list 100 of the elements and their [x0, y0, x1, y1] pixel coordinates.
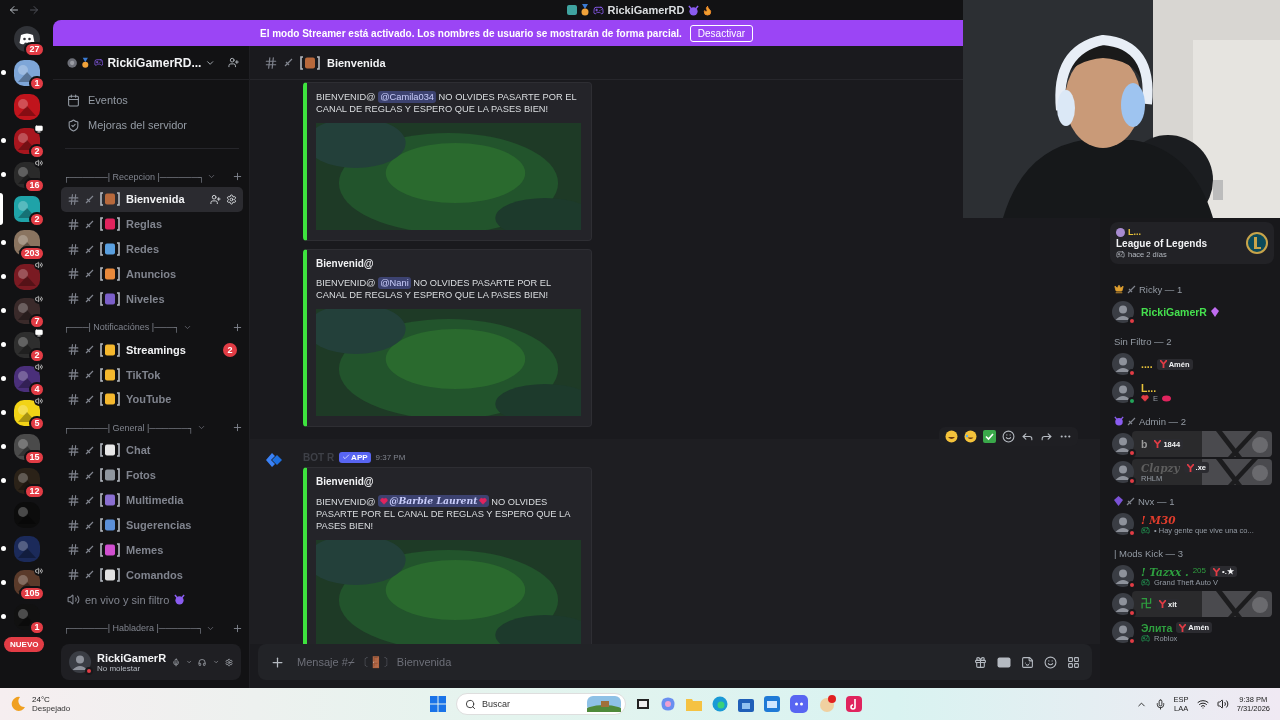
- channel-item[interactable]: Streamings 2: [61, 337, 243, 363]
- unread-dot: [1, 376, 6, 381]
- notification-badge: 2: [29, 144, 45, 159]
- browser-icon[interactable]: [712, 696, 728, 712]
- disable-button[interactable]: Desactivar: [689, 24, 754, 42]
- weather-text: Despejado: [32, 704, 71, 713]
- slash-icon: [85, 219, 94, 229]
- role-group-label: Ricky — 1: [1139, 283, 1183, 295]
- gamepad-icon: [93, 57, 104, 68]
- check-icon[interactable]: [983, 430, 996, 443]
- attach-icon[interactable]: [270, 654, 285, 670]
- hash-icon: [67, 343, 80, 357]
- message-input[interactable]: Mensaje #⌿ 〔🚪〕 Bienvenida: [295, 655, 964, 669]
- channel-item[interactable]: Multimedia: [61, 487, 243, 513]
- user-mention[interactable]: @Barbie Laurent: [378, 495, 489, 507]
- slash-icon: [85, 520, 94, 530]
- sparkle-icon[interactable]: [660, 696, 676, 712]
- unread-dot: [1, 138, 6, 143]
- avatar: [1112, 381, 1134, 403]
- sticker-icon[interactable]: [1021, 655, 1034, 669]
- member-name[interactable]: Элита: [1141, 621, 1173, 634]
- hash-icon: [67, 468, 80, 482]
- add-channel-icon[interactable]: [232, 321, 243, 333]
- category-label[interactable]: ┌──────| General |──────┐: [63, 422, 194, 433]
- category-label[interactable]: ┌──────| Habladera |──────┐: [63, 623, 204, 634]
- user-mention[interactable]: @Nani: [378, 277, 411, 289]
- message-field[interactable]: Mensaje #⌿ 〔🚪〕 Bienvenida: [258, 644, 1092, 680]
- home-icon[interactable]: [13, 26, 40, 52]
- gif-icon[interactable]: [997, 656, 1011, 668]
- server-icon[interactable]: [13, 230, 40, 256]
- channel-item[interactable]: Reglas: [61, 211, 243, 237]
- category-label[interactable]: ┌──────| Recepcion |──────┐: [63, 171, 205, 182]
- member-level: 205: [1192, 565, 1207, 575]
- hash-icon: [67, 493, 80, 507]
- devil-icon: [174, 594, 186, 606]
- nav-item[interactable]: Eventos: [61, 88, 243, 113]
- unread-dot: [1, 444, 6, 449]
- user-mention[interactable]: @Camila034: [378, 91, 437, 103]
- server-icon[interactable]: [13, 128, 40, 154]
- channel-item[interactable]: Fotos: [61, 462, 243, 488]
- category-label[interactable]: ┌───| Notificaciónes |───┐: [63, 322, 180, 333]
- settings-icon[interactable]: [226, 193, 237, 205]
- server-icon[interactable]: [13, 332, 40, 358]
- mail-icon[interactable]: [764, 696, 780, 712]
- message-text: BIENVENID@ @Camila034 NO OLVIDES PASARTE POR EL CANAL DE REGLAS Y ESPERO QUE LA PASES BIEN!: [316, 91, 578, 115]
- gamepad-icon: [1141, 525, 1150, 535]
- channel-item[interactable]: Chat: [61, 437, 243, 463]
- laughing-emoji-icon[interactable]: [945, 430, 958, 443]
- channel-item[interactable]: Sugerencias: [61, 512, 243, 538]
- channel-item[interactable]: Redes: [61, 236, 243, 262]
- chat-app-icon[interactable]: [790, 695, 808, 713]
- start-icon[interactable]: [430, 696, 446, 712]
- channel-item[interactable]: Comandos: [61, 562, 243, 588]
- back-icon[interactable]: [8, 4, 20, 16]
- devil-icon: [687, 4, 699, 16]
- server-icon[interactable]: [13, 366, 40, 392]
- member-name[interactable]: b: [1141, 438, 1148, 450]
- emoji-picker-icon[interactable]: [1044, 655, 1057, 669]
- member-name[interactable]: L...: [1141, 381, 1157, 394]
- server-header[interactable]: RickiGamerRD...: [53, 46, 249, 80]
- add-reaction-icon[interactable]: [1002, 430, 1015, 443]
- add-channel-icon[interactable]: [232, 171, 243, 183]
- search-field[interactable]: Buscar: [456, 693, 626, 715]
- member-name[interactable]: ....: [1141, 358, 1153, 370]
- member-name[interactable]: ! M30: [1141, 513, 1176, 526]
- member-name[interactable]: 卍: [1141, 597, 1152, 611]
- microphone-icon[interactable]: [1154, 698, 1166, 710]
- channel-item[interactable]: Bienvenida: [61, 186, 243, 212]
- server-icon[interactable]: [13, 60, 40, 86]
- member-name[interactable]: ! Tazxx .: [1141, 565, 1189, 578]
- hash-icon: [67, 292, 80, 306]
- gift-icon[interactable]: [974, 655, 987, 669]
- music-note-icon[interactable]: [846, 696, 862, 712]
- server-icon[interactable]: [13, 196, 40, 222]
- nav-item[interactable]: Mejoras del servidor: [61, 112, 243, 138]
- channel-item[interactable]: Anuncios: [61, 261, 243, 287]
- wifi-icon[interactable]: [1196, 698, 1209, 710]
- forward-icon[interactable]: [1040, 430, 1053, 443]
- channel-item[interactable]: Niveles: [61, 286, 243, 312]
- store-icon[interactable]: [738, 696, 754, 712]
- channel-item[interactable]: YouTube: [61, 387, 243, 412]
- server-icon[interactable]: [13, 400, 40, 426]
- channel-item[interactable]: TikTok: [61, 362, 243, 387]
- channel-item[interactable]: en vivo y sin filtro: [61, 587, 243, 613]
- notification-badge: 203: [19, 246, 45, 261]
- laughing-emoji-icon[interactable]: [964, 430, 977, 443]
- invite-icon[interactable]: [210, 193, 221, 205]
- channel-item[interactable]: Memes: [61, 537, 243, 563]
- invite-icon[interactable]: [227, 56, 239, 69]
- reply-icon[interactable]: [1021, 430, 1034, 443]
- volume-icon[interactable]: [1216, 698, 1229, 710]
- apps-icon[interactable]: [1067, 655, 1080, 669]
- add-channel-icon[interactable]: [232, 622, 243, 634]
- add-channel-icon[interactable]: [232, 422, 243, 434]
- member-name[interactable]: RickiGamerR: [1141, 306, 1207, 318]
- task-view-icon[interactable]: [636, 697, 650, 711]
- app-icon[interactable]: [818, 695, 836, 713]
- server-icon[interactable]: [13, 434, 40, 460]
- slash-icon: [85, 345, 94, 355]
- server-icon[interactable]: [13, 298, 40, 324]
